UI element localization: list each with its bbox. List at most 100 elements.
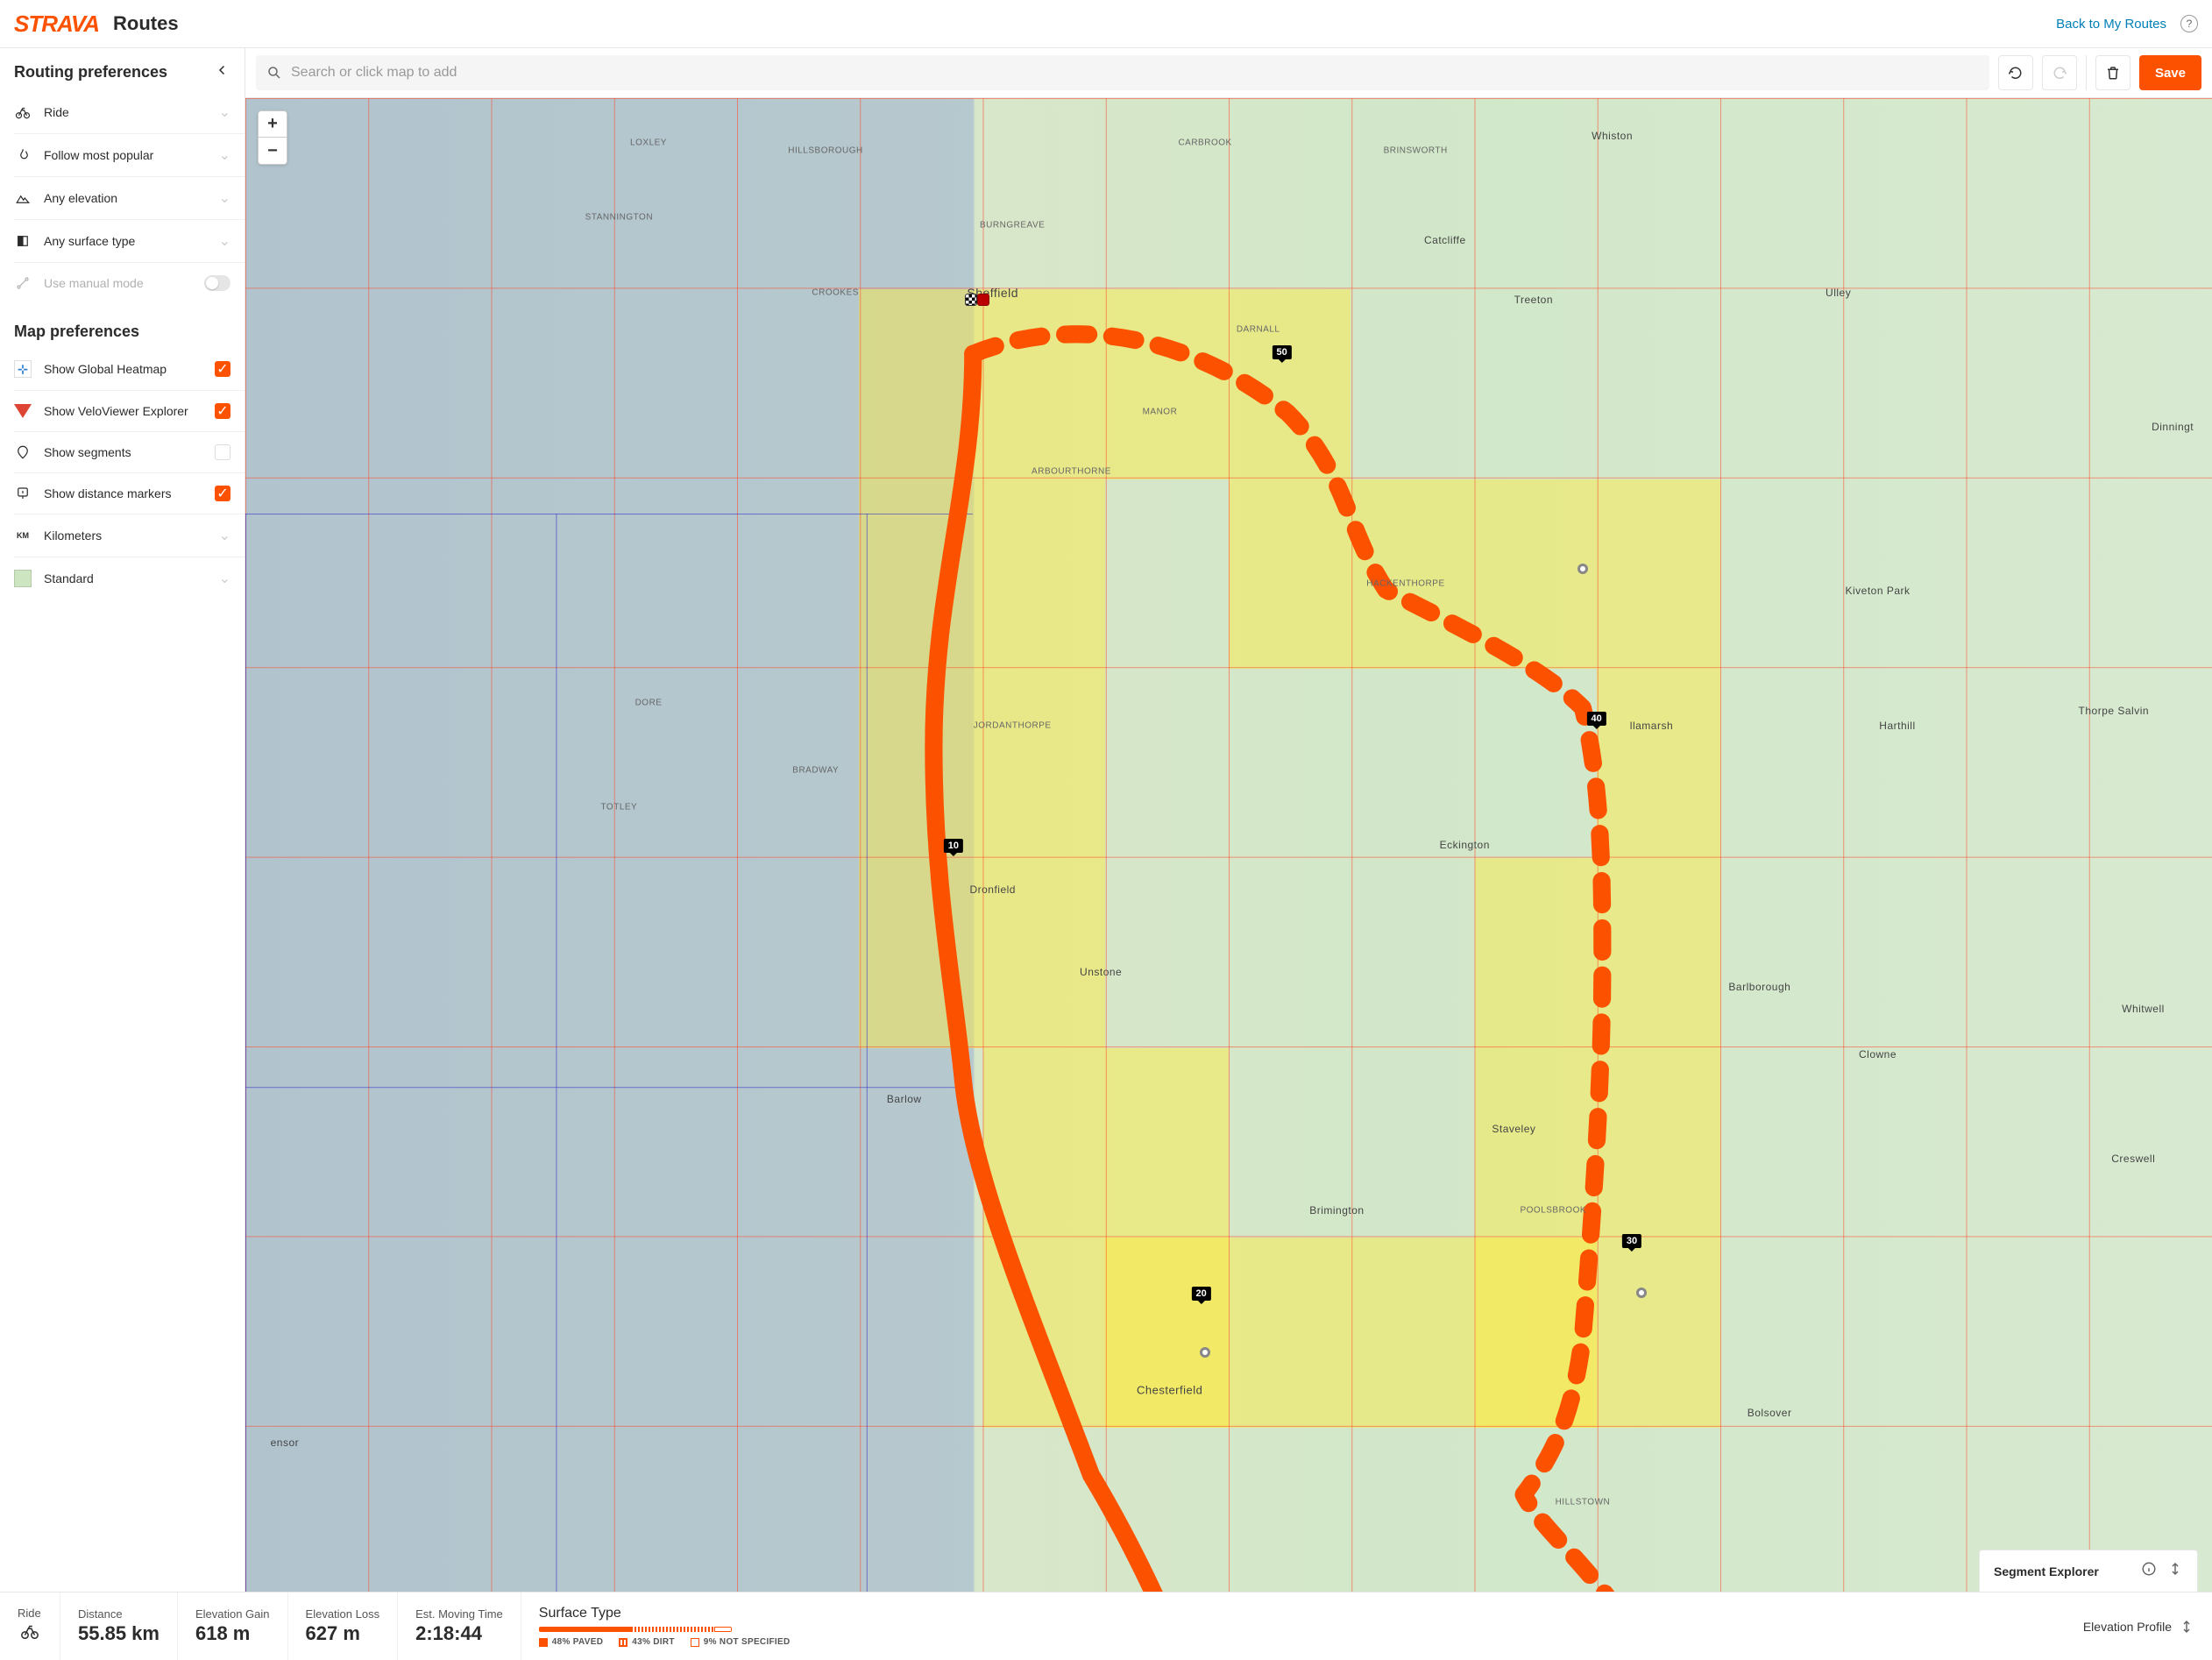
expand-vertical-icon[interactable] — [2167, 1561, 2183, 1581]
distance-marker-10: 10 — [944, 839, 963, 853]
map-area: Save + − — [245, 48, 2212, 1592]
stat-distance: Distance 55.85 km — [60, 1593, 178, 1660]
stat-loss-label: Elevation Loss — [306, 1607, 380, 1621]
map-label: CARBROOK — [1178, 138, 1231, 148]
bike-icon — [18, 1621, 42, 1646]
pref-follow[interactable]: Follow most popular ⌄ — [14, 134, 245, 177]
pref-manual[interactable]: Use manual mode — [14, 263, 245, 303]
chevron-down-icon: ⌄ — [219, 232, 230, 250]
delete-button[interactable] — [2095, 55, 2130, 90]
save-button[interactable]: Save — [2139, 55, 2201, 90]
map-label: BRINSWORTH — [1384, 145, 1448, 155]
elevation-profile-toggle[interactable]: Elevation Profile — [2066, 1593, 2212, 1660]
map-label: Catcliffe — [1424, 234, 1466, 246]
waypoint[interactable] — [1200, 1347, 1210, 1358]
routing-preferences-title: Routing preferences — [14, 63, 167, 82]
veloviewer-icon — [14, 404, 32, 418]
zoom-in-button[interactable]: + — [259, 111, 287, 138]
map-label: Eckington — [1440, 839, 1490, 851]
start-marker-icon — [977, 294, 989, 306]
stat-distance-label: Distance — [78, 1607, 160, 1621]
map-label: LOXLEY — [630, 138, 667, 148]
stat-time-value: 2:18:44 — [415, 1622, 503, 1645]
segments-icon — [14, 444, 32, 460]
stat-ride-label: Ride — [18, 1607, 42, 1620]
map-label: BURNGREAVE — [980, 220, 1045, 230]
mappref-units-label: Kilometers — [44, 529, 207, 543]
map-label: llamarsh — [1630, 720, 1673, 732]
back-to-routes-link[interactable]: Back to My Routes — [2056, 17, 2166, 32]
search-wrap[interactable] — [256, 55, 1989, 90]
mappref-heatmap[interactable]: ⊹ Show Global Heatmap ✓ — [14, 348, 245, 391]
waypoints-icon — [14, 275, 32, 291]
map-label: Dinningt — [2152, 421, 2194, 433]
chevron-down-icon: ⌄ — [219, 103, 230, 121]
surface-bar — [539, 1627, 732, 1632]
strava-logo[interactable]: STRAVA — [14, 11, 99, 38]
stat-moving-time: Est. Moving Time 2:18:44 — [398, 1593, 521, 1660]
stat-surface-label: Surface Type — [539, 1606, 2048, 1621]
undo-button[interactable] — [1998, 55, 2033, 90]
map-label: CROOKES — [812, 287, 859, 297]
collapse-sidebar-icon[interactable] — [215, 62, 230, 82]
map-label: HILLSTOWN — [1556, 1497, 1611, 1507]
stat-ride: Ride — [0, 1593, 60, 1660]
heatmap-checkbox[interactable]: ✓ — [215, 361, 230, 377]
map-label: HILLSBOROUGH — [788, 145, 862, 155]
zoom-out-button[interactable]: − — [259, 138, 287, 164]
map-label: DARNALL — [1237, 325, 1280, 335]
routing-header: Routing preferences — [14, 62, 245, 82]
map-label: BRADWAY — [792, 765, 839, 775]
stat-elevation-gain: Elevation Gain 618 m — [178, 1593, 288, 1660]
mappref-units[interactable]: KM Kilometers ⌄ — [14, 514, 245, 557]
map-toolbar: Save — [245, 48, 2212, 98]
route-start-end — [965, 294, 989, 306]
distance-markers-checkbox[interactable]: ✓ — [215, 486, 230, 501]
topbar-left: STRAVA Routes — [14, 11, 179, 38]
pref-elevation-label: Any elevation — [44, 191, 207, 205]
map-label: TOTLEY — [601, 803, 638, 812]
topbar-right: Back to My Routes ? — [2056, 15, 2198, 32]
stat-loss-value: 627 m — [306, 1622, 380, 1645]
manual-mode-toggle[interactable] — [204, 275, 230, 291]
pref-follow-label: Follow most popular — [44, 148, 207, 162]
stat-time-label: Est. Moving Time — [415, 1607, 503, 1621]
veloviewer-checkbox[interactable]: ✓ — [215, 403, 230, 419]
mappref-distance-markers[interactable]: Show distance markers ✓ — [14, 473, 245, 514]
map-label: ARBOURTHORNE — [1032, 467, 1111, 477]
stat-gain-label: Elevation Gain — [195, 1607, 270, 1621]
info-icon[interactable] — [2141, 1561, 2157, 1581]
distance-marker-50: 50 — [1272, 345, 1291, 359]
map-label: Barlow — [887, 1093, 922, 1105]
mappref-segments[interactable]: Show segments — [14, 432, 245, 473]
map-label: Harthill — [1879, 720, 1915, 732]
map-label: Treeton — [1514, 294, 1553, 306]
map-label: Ulley — [1826, 287, 1851, 299]
waypoint[interactable] — [1577, 564, 1588, 574]
mappref-distance-markers-label: Show distance markers — [44, 486, 202, 500]
pref-elevation[interactable]: Any elevation ⌄ — [14, 177, 245, 220]
chevron-down-icon: ⌄ — [219, 189, 230, 207]
flame-icon — [14, 147, 32, 163]
mappref-style[interactable]: Standard ⌄ — [14, 557, 245, 599]
map-canvas[interactable]: + − 10 20 30 40 50 LOXLEY HILLSBOROUGH — [245, 98, 2212, 1592]
pref-ride[interactable]: Ride ⌄ — [14, 91, 245, 134]
chevron-down-icon: ⌄ — [219, 527, 230, 544]
distance-marker-20: 20 — [1191, 1287, 1210, 1301]
stat-elevation-loss: Elevation Loss 627 m — [288, 1593, 399, 1660]
segment-explorer-panel[interactable]: Segment Explorer — [1979, 1550, 2198, 1592]
chevron-down-icon: ⌄ — [219, 570, 230, 587]
mappref-veloviewer[interactable]: Show VeloViewer Explorer ✓ — [14, 391, 245, 432]
waypoint[interactable] — [1636, 1288, 1647, 1298]
map-preferences-title: Map preferences — [14, 323, 245, 341]
help-icon[interactable]: ? — [2180, 15, 2198, 32]
map-label: JORDANTHORPE — [974, 720, 1052, 730]
pref-surface[interactable]: Any surface type ⌄ — [14, 220, 245, 263]
segments-checkbox[interactable] — [215, 444, 230, 460]
redo-button[interactable] — [2042, 55, 2077, 90]
surface-bar-paved — [539, 1627, 632, 1632]
pref-surface-label: Any surface type — [44, 234, 207, 248]
km-icon: KM — [14, 531, 32, 540]
search-input[interactable] — [291, 65, 1979, 81]
main: Routing preferences Ride ⌄ Follow most p… — [0, 48, 2212, 1592]
